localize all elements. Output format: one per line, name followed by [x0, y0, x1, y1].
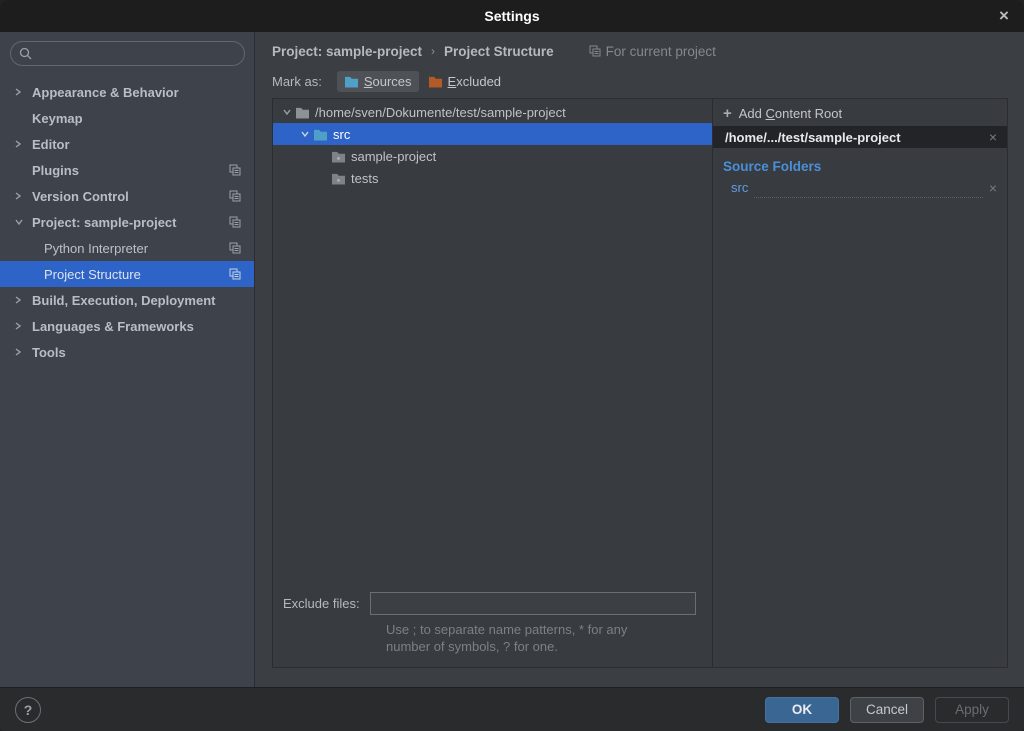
sidebar-item-label: Build, Execution, Deployment — [32, 293, 215, 308]
breadcrumb-page: Project Structure — [444, 44, 554, 59]
exclude-files-label: Exclude files: — [283, 596, 360, 611]
titlebar: Settings × — [0, 0, 1024, 32]
tree-row-src[interactable]: src — [273, 123, 712, 145]
content-root-row[interactable]: /home/.../test/sample-project × — [713, 126, 1007, 148]
current-project-icon — [229, 268, 241, 280]
source-folder-icon — [313, 128, 328, 141]
add-content-root-label: Add Content Root — [739, 106, 842, 121]
tree-row-label: tests — [351, 171, 378, 186]
dialog-title: Settings — [484, 8, 539, 24]
breadcrumb-separator: › — [431, 44, 435, 58]
sidebar-item-plugins[interactable]: Plugins — [0, 157, 254, 183]
remove-source-folder-icon[interactable]: × — [989, 180, 997, 196]
folder-icon — [331, 150, 346, 163]
sidebar-item-label: Editor — [32, 137, 70, 152]
context-note: For current project — [589, 44, 716, 59]
sidebar-item-project-structure[interactable]: Project Structure — [0, 261, 254, 287]
exclude-files-form: Exclude files: Use ; to separate name pa… — [273, 592, 712, 667]
hint-line-2: number of symbols, ? for one. — [386, 638, 702, 655]
sidebar-item-label: Appearance & Behavior — [32, 85, 179, 100]
tree-row-label: src — [333, 127, 350, 142]
mark-as-label: Mark as: — [272, 74, 322, 89]
sidebar-item-label: Project: sample-project — [32, 215, 177, 230]
settings-dialog: Settings × Appearance & Behavior Keymap … — [0, 0, 1024, 731]
content-root-path: /home/.../test/sample-project — [725, 130, 901, 145]
current-project-icon — [229, 164, 241, 176]
dotted-leader — [754, 191, 982, 198]
tree-row-content-root[interactable]: /home/sven/Dokumente/test/sample-project — [273, 101, 712, 123]
chevron-down-icon[interactable] — [297, 130, 313, 138]
breadcrumb-project[interactable]: Project: sample-project — [272, 44, 422, 59]
directory-tree-pane: /home/sven/Dokumente/test/sample-project… — [273, 99, 713, 667]
directory-tree: /home/sven/Dokumente/test/sample-project… — [273, 99, 712, 592]
tree-row-label: /home/sven/Dokumente/test/sample-project — [315, 105, 566, 120]
search-icon — [19, 47, 32, 60]
chevron-right-icon[interactable] — [14, 347, 32, 357]
excluded-folder-icon — [428, 75, 443, 88]
sidebar-item-python-interpreter[interactable]: Python Interpreter — [0, 235, 254, 261]
exclude-files-hint: Use ; to separate name patterns, * for a… — [386, 621, 702, 655]
mark-as-sources-button[interactable]: Sources — [337, 71, 419, 92]
dialog-footer: ? OK Cancel Apply — [0, 687, 1024, 731]
help-button[interactable]: ? — [15, 697, 41, 723]
sidebar-item-editor[interactable]: Editor — [0, 131, 254, 157]
ok-button[interactable]: OK — [765, 697, 839, 723]
tree-row-label: sample-project — [351, 149, 436, 164]
project-structure-panel: /home/sven/Dokumente/test/sample-project… — [272, 98, 1008, 668]
mark-as-toolbar: Mark as: Sources Excluded — [272, 67, 1008, 96]
main-content: Project: sample-project › Project Struct… — [255, 32, 1024, 687]
sidebar-item-label: Project Structure — [44, 267, 141, 282]
chevron-right-icon[interactable] — [14, 87, 32, 97]
current-project-icon — [229, 190, 241, 202]
chevron-right-icon[interactable] — [14, 321, 32, 331]
folder-icon — [295, 106, 310, 119]
mark-as-excluded-button[interactable]: Excluded — [421, 71, 508, 92]
chevron-right-icon[interactable] — [14, 139, 32, 149]
current-project-icon — [589, 45, 601, 57]
cancel-button[interactable]: Cancel — [850, 697, 924, 723]
settings-sidebar: Appearance & Behavior Keymap Editor Plug… — [0, 32, 255, 687]
search-input[interactable] — [10, 41, 245, 66]
chevron-down-icon[interactable] — [279, 108, 295, 116]
excluded-label: Excluded — [448, 74, 501, 89]
sidebar-item-label: Plugins — [32, 163, 79, 178]
remove-content-root-icon[interactable]: × — [989, 129, 997, 145]
sidebar-item-languages-frameworks[interactable]: Languages & Frameworks — [0, 313, 254, 339]
close-icon[interactable]: × — [984, 0, 1024, 32]
sidebar-item-build-execution-deployment[interactable]: Build, Execution, Deployment — [0, 287, 254, 313]
exclude-files-input[interactable] — [370, 592, 696, 615]
sidebar-item-label: Keymap — [32, 111, 83, 126]
sources-label: Sources — [364, 74, 412, 89]
sidebar-item-label: Python Interpreter — [44, 241, 148, 256]
tree-row-sample-project[interactable]: sample-project — [273, 145, 712, 167]
chevron-down-icon[interactable] — [14, 218, 32, 226]
source-folder-name: src — [731, 180, 748, 195]
tree-row-tests[interactable]: tests — [273, 167, 712, 189]
sidebar-item-version-control[interactable]: Version Control — [0, 183, 254, 209]
question-mark-icon: ? — [24, 702, 33, 718]
sources-folder-icon — [344, 75, 359, 88]
plus-icon: + — [723, 105, 732, 122]
source-folders-heading: Source Folders — [723, 159, 1007, 174]
source-folder-row[interactable]: src × — [731, 177, 997, 198]
content-roots-pane: + Add Content Root /home/.../test/sample… — [713, 99, 1007, 667]
sidebar-item-project[interactable]: Project: sample-project — [0, 209, 254, 235]
current-project-icon — [229, 242, 241, 254]
current-project-icon — [229, 216, 241, 228]
sidebar-item-appearance-behavior[interactable]: Appearance & Behavior — [0, 79, 254, 105]
sidebar-item-keymap[interactable]: Keymap — [0, 105, 254, 131]
sidebar-item-tools[interactable]: Tools — [0, 339, 254, 365]
footer-buttons: OK Cancel Apply — [765, 697, 1009, 723]
context-note-label: For current project — [606, 44, 716, 59]
sidebar-item-label: Version Control — [32, 189, 129, 204]
add-content-root-button[interactable]: + Add Content Root — [713, 101, 1007, 126]
folder-icon — [331, 172, 346, 185]
breadcrumb: Project: sample-project › Project Struct… — [272, 32, 1008, 67]
chevron-right-icon[interactable] — [14, 295, 32, 305]
sidebar-item-label: Tools — [32, 345, 66, 360]
hint-line-1: Use ; to separate name patterns, * for a… — [386, 621, 702, 638]
apply-button[interactable]: Apply — [935, 697, 1009, 723]
sidebar-item-label: Languages & Frameworks — [32, 319, 194, 334]
chevron-right-icon[interactable] — [14, 191, 32, 201]
